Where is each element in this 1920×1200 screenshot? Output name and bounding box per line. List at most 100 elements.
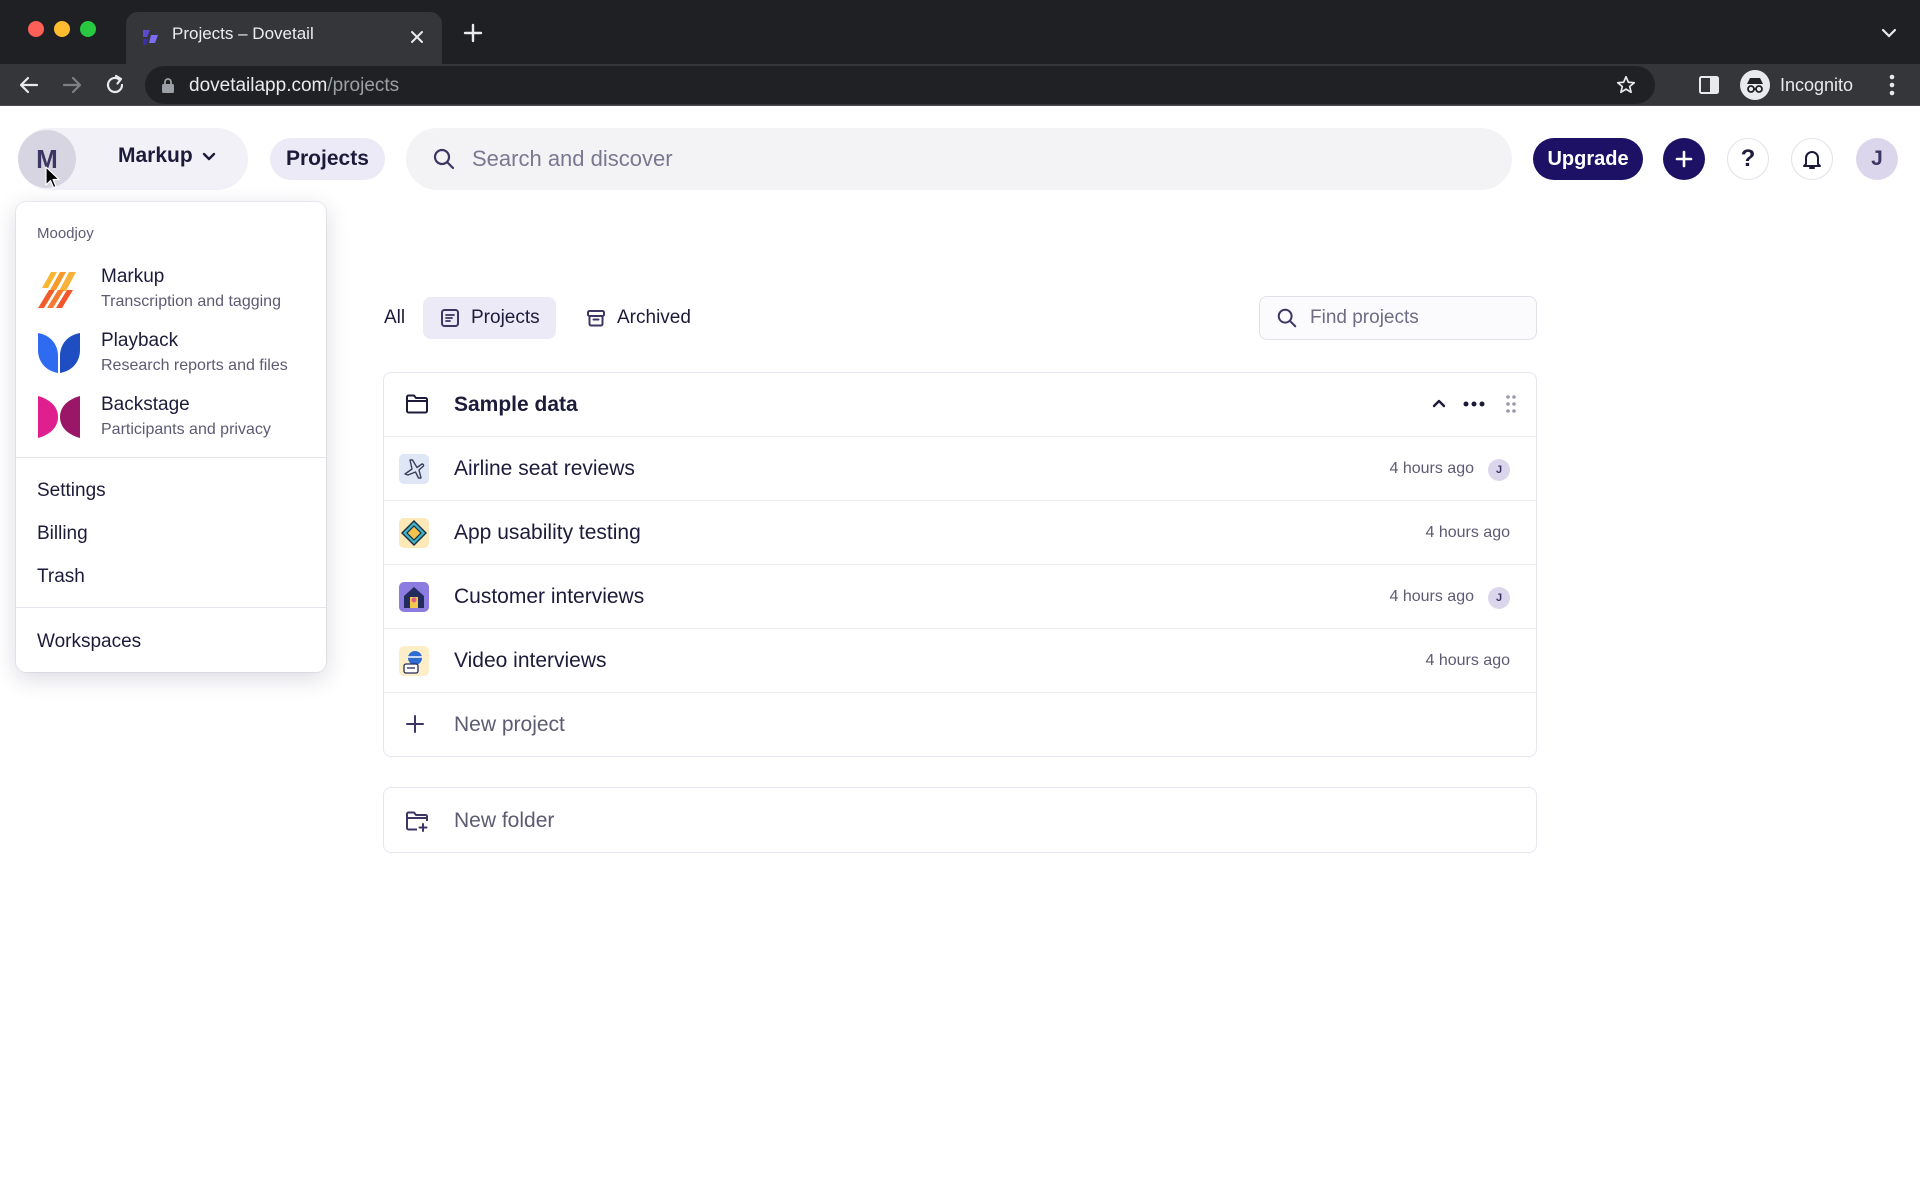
browser-tab-active[interactable]: Projects – Dovetail <box>126 12 442 64</box>
app-name: Playback <box>101 330 179 351</box>
tab-search-chevron-icon[interactable] <box>1878 22 1900 44</box>
workspace-dropdown-menu: Moodjoy Markup Transcription and tagging… <box>16 202 326 672</box>
new-folder-label: New folder <box>454 809 555 832</box>
find-projects-input[interactable] <box>1310 307 1510 329</box>
workspace-name: Markup <box>118 144 193 167</box>
workspace-switcher[interactable]: Markup <box>118 144 217 168</box>
help-icon: ? <box>1740 145 1756 172</box>
project-updated-time: 4 hours ago <box>1389 588 1474 605</box>
app-description: Participants and privacy <box>101 421 271 438</box>
bookmark-star-icon[interactable] <box>1615 74 1637 96</box>
upgrade-button[interactable]: Upgrade <box>1533 138 1643 180</box>
menu-divider <box>16 457 326 458</box>
back-icon[interactable] <box>16 72 42 98</box>
folder-header[interactable]: Sample data <box>384 373 1536 436</box>
project-updated-time: 4 hours ago <box>1389 460 1474 477</box>
folder-title: Sample data <box>454 393 578 416</box>
drag-handle-icon <box>1506 395 1516 413</box>
project-title: Airline seat reviews <box>454 457 635 480</box>
project-row[interactable]: Airline seat reviews 4 hours ago J <box>384 436 1536 500</box>
incognito-label: Incognito <box>1780 74 1854 95</box>
search-input[interactable] <box>472 146 1372 172</box>
filter-all-tab[interactable]: All <box>374 297 415 339</box>
filter-archived-label: Archived <box>617 307 691 328</box>
settings-link[interactable]: Settings <box>37 480 106 502</box>
user-avatar[interactable]: J <box>1856 138 1898 180</box>
new-project-label: New project <box>454 713 565 736</box>
browser-menu-icon[interactable] <box>1880 70 1904 100</box>
help-button[interactable]: ? <box>1727 138 1769 180</box>
workspaces-link[interactable]: Workspaces <box>37 631 141 653</box>
reload-icon[interactable] <box>102 72 128 98</box>
new-tab-icon[interactable] <box>460 20 486 46</box>
incognito-profile-button[interactable]: Incognito <box>1736 68 1865 102</box>
airplane-icon <box>399 454 429 484</box>
project-title: Customer interviews <box>454 585 645 608</box>
billing-link[interactable]: Billing <box>37 523 88 545</box>
folder-card: Sample data Airline seat reviews 4 hours… <box>383 372 1537 757</box>
create-button[interactable] <box>1663 138 1705 180</box>
browser-toolbar: dovetailapp.com/projects <box>0 64 1920 106</box>
project-updated-time: 4 hours ago <box>1425 524 1510 541</box>
app-description: Research reports and files <box>101 357 288 374</box>
lock-icon <box>162 78 174 93</box>
project-row[interactable]: Customer interviews 4 hours ago J <box>384 564 1536 628</box>
project-title: App usability testing <box>454 521 641 544</box>
folder-icon <box>406 394 428 414</box>
url-host: dovetailapp.com <box>189 75 328 96</box>
app-name: Backstage <box>101 394 190 415</box>
new-folder-button[interactable]: New folder <box>383 787 1537 853</box>
forward-icon[interactable] <box>59 72 85 98</box>
search-icon <box>433 148 455 170</box>
project-owner-avatar: J <box>1488 587 1510 609</box>
chevron-down-icon <box>202 152 215 161</box>
archive-icon <box>587 310 605 327</box>
maximize-window-button[interactable] <box>80 21 96 37</box>
app-name: Markup <box>101 266 165 287</box>
incognito-icon <box>1740 70 1770 100</box>
folder-plus-icon <box>406 811 428 832</box>
minimize-window-button[interactable] <box>54 21 70 37</box>
bell-icon <box>1803 151 1821 169</box>
more-horizontal-icon <box>1463 401 1485 407</box>
projects-nav-button[interactable]: Projects <box>270 138 385 180</box>
drag-handle[interactable] <box>1498 391 1524 417</box>
filter-projects-label: Projects <box>471 307 540 328</box>
trash-link[interactable]: Trash <box>37 566 85 588</box>
close-tab-icon[interactable] <box>406 26 428 48</box>
markup-logo-icon <box>38 272 76 308</box>
search-icon <box>1277 308 1297 328</box>
filter-archived-tab[interactable]: Archived <box>575 297 701 339</box>
chevron-up-icon <box>1432 399 1446 408</box>
close-window-button[interactable] <box>28 21 44 37</box>
side-panel-icon[interactable] <box>1696 72 1722 98</box>
house-icon <box>399 582 429 612</box>
filter-projects-tab[interactable]: Projects <box>423 297 556 339</box>
project-title: Video interviews <box>454 649 607 672</box>
menu-divider <box>16 607 326 608</box>
collapse-folder-button[interactable] <box>1426 391 1452 417</box>
person-icon <box>399 646 429 676</box>
browser-tab-strip: Projects – Dovetail <box>0 0 1920 64</box>
plus-icon <box>1675 150 1693 168</box>
project-updated-time: 4 hours ago <box>1425 652 1510 669</box>
global-search[interactable] <box>406 128 1512 190</box>
app-item-playback[interactable]: Playback Research reports and files <box>16 324 326 384</box>
app-item-markup[interactable]: Markup Transcription and tagging <box>16 260 326 320</box>
project-row[interactable]: App usability testing 4 hours ago <box>384 500 1536 564</box>
project-row[interactable]: Video interviews 4 hours ago <box>384 628 1536 692</box>
plus-icon <box>406 715 424 733</box>
folder-options-button[interactable] <box>1461 391 1487 417</box>
organization-name: Moodjoy <box>37 225 94 242</box>
projects-icon <box>441 309 459 327</box>
new-project-button[interactable]: New project <box>384 692 1536 756</box>
dovetail-favicon-icon <box>143 30 158 45</box>
tag-icon <box>399 518 429 548</box>
app-description: Transcription and tagging <box>101 293 281 310</box>
url-path: /projects <box>327 75 400 96</box>
find-projects-search[interactable] <box>1259 296 1537 340</box>
backstage-logo-icon <box>38 396 80 438</box>
app-item-backstage[interactable]: Backstage Participants and privacy <box>16 388 326 448</box>
address-bar[interactable]: dovetailapp.com/projects <box>145 66 1655 104</box>
notifications-button[interactable] <box>1791 138 1833 180</box>
